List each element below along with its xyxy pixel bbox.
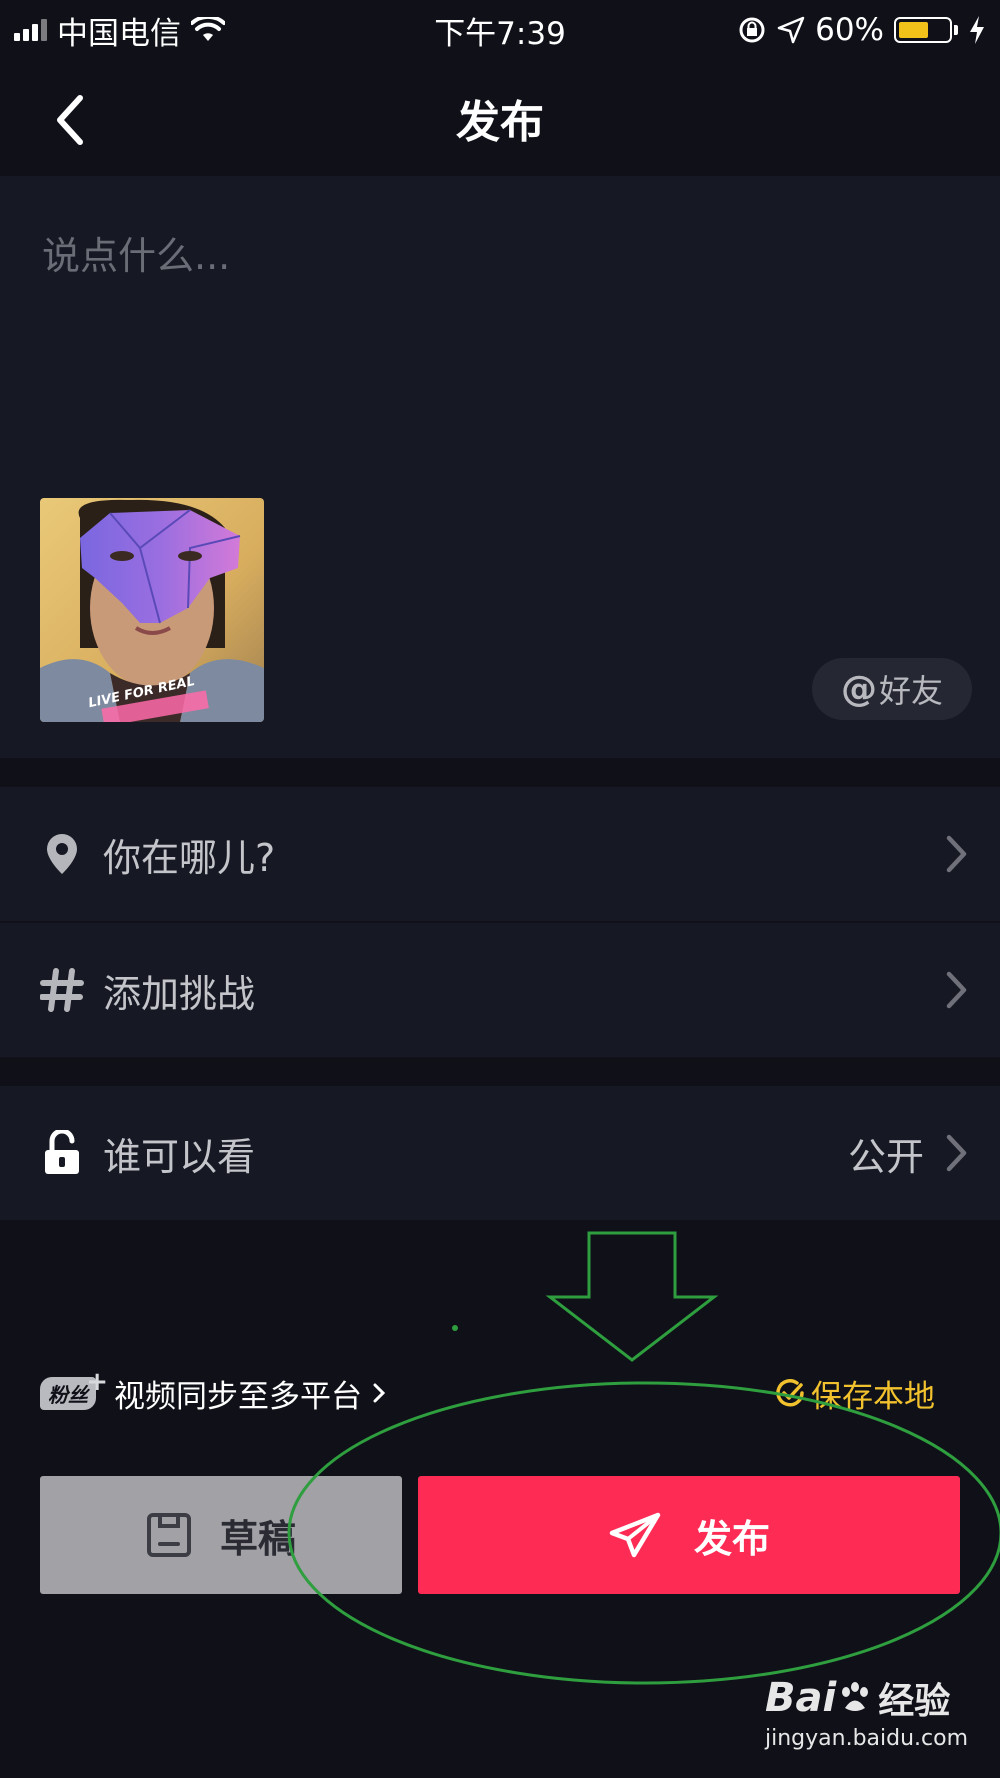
paw-icon bbox=[842, 1682, 869, 1711]
at-friend-label: 好友 bbox=[878, 672, 943, 710]
multi-platform-sync-link[interactable]: 粉丝 + 视频同步至多平台 bbox=[40, 1367, 386, 1418]
watermark-url: jingyan.baidu.com bbox=[765, 1726, 969, 1751]
video-thumbnail[interactable]: LIVE FOR REAL bbox=[40, 498, 264, 722]
paper-plane-icon bbox=[609, 1512, 661, 1558]
watermark-brand-suffix: 经验 bbox=[878, 1681, 951, 1722]
watermark-brand: Bai bbox=[765, 1675, 837, 1721]
chevron-right-icon bbox=[942, 1134, 972, 1172]
location-pin-icon bbox=[37, 832, 87, 876]
rotation-lock-icon bbox=[739, 17, 765, 43]
annotation-dot bbox=[452, 1325, 458, 1331]
challenge-row[interactable]: 添加挑战 bbox=[0, 923, 1000, 1057]
thumbnail-image: LIVE FOR REAL bbox=[40, 498, 264, 722]
wifi-icon bbox=[191, 17, 225, 41]
hashtag-icon bbox=[37, 968, 87, 1012]
caption-input[interactable] bbox=[42, 216, 942, 296]
watermark-logo: Bai 经验 bbox=[765, 1672, 955, 1724]
unlock-icon bbox=[37, 1130, 87, 1176]
status-left: 中国电信 bbox=[14, 8, 225, 53]
carrier-label: 中国电信 bbox=[57, 15, 181, 52]
status-right: 60% bbox=[737, 12, 986, 48]
battery-percent: 60% bbox=[815, 12, 884, 48]
draft-box-icon bbox=[146, 1513, 191, 1557]
save-local-toggle[interactable]: 保存本地 bbox=[775, 1368, 935, 1418]
annotation-arrow bbox=[545, 1231, 719, 1362]
chevron-right-icon bbox=[942, 835, 972, 873]
at-friend-button[interactable]: @ 好友 bbox=[812, 658, 972, 720]
back-button[interactable] bbox=[40, 90, 100, 150]
check-circle-icon bbox=[776, 1379, 804, 1407]
location-arrow-icon bbox=[777, 16, 805, 44]
draft-button[interactable]: 草稿 bbox=[40, 1476, 402, 1594]
publish-label: 发布 bbox=[693, 1516, 770, 1561]
baidu-jingyan-watermark: Bai 经验 jingyan.baidu.com bbox=[765, 1672, 969, 1752]
nav-header: 发布 bbox=[0, 60, 1000, 175]
draft-label: 草稿 bbox=[219, 1516, 296, 1561]
sync-label: 视频同步至多平台 bbox=[114, 1378, 362, 1415]
publish-button[interactable]: 发布 bbox=[418, 1476, 960, 1594]
visibility-value: 公开 bbox=[847, 1134, 924, 1179]
caption-panel: LIVE FOR REAL @ 好友 bbox=[0, 176, 1000, 758]
chevron-right-icon bbox=[942, 971, 972, 1009]
signal-icon bbox=[14, 19, 47, 41]
location-row[interactable]: 你在哪儿? bbox=[0, 787, 1000, 921]
challenge-label: 添加挑战 bbox=[103, 971, 256, 1016]
page-title: 发布 bbox=[456, 96, 544, 148]
battery-icon bbox=[894, 17, 958, 43]
visibility-label: 谁可以看 bbox=[103, 1134, 256, 1179]
chevron-left-icon bbox=[57, 95, 83, 145]
location-label: 你在哪儿? bbox=[103, 835, 276, 880]
fans-badge: 粉丝 + bbox=[40, 1367, 108, 1410]
save-local-label: 保存本地 bbox=[811, 1378, 935, 1415]
charging-bolt-icon bbox=[970, 16, 984, 44]
status-bar: 中国电信 下午7:39 60% bbox=[0, 0, 1000, 60]
visibility-row[interactable]: 谁可以看 公开 bbox=[0, 1086, 1000, 1220]
chevron-right-small-icon bbox=[373, 1383, 386, 1403]
at-icon: @ bbox=[840, 668, 877, 710]
